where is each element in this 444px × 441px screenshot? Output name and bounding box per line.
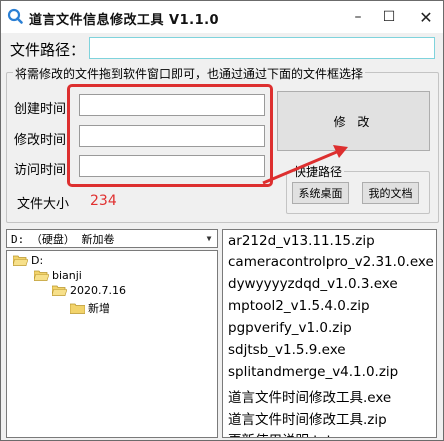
tree-item[interactable]: 新增: [70, 300, 110, 316]
my-documents-button[interactable]: 我的文档: [362, 182, 419, 204]
desktop-button[interactable]: 系统桌面: [292, 182, 349, 204]
tree-item-label: 2020.7.16: [70, 284, 126, 297]
list-item[interactable]: sdjtsb_v1.5.9.exe: [228, 342, 346, 358]
modify-button[interactable]: 修 改: [277, 91, 430, 151]
title-bar[interactable]: 道言文件信息修改工具 V1.1.0 – ☐ ✕: [1, 1, 443, 33]
created-time-input[interactable]: [79, 94, 265, 116]
tree-item[interactable]: D:: [13, 254, 43, 267]
tree-item-label: bianji: [52, 269, 82, 282]
list-item[interactable]: splitandmerge_v4.1.0.zip: [228, 364, 398, 380]
quick-path-group-title: 快捷路径: [292, 163, 345, 180]
tree-item-label: 新增: [88, 302, 110, 315]
file-size-value: 234: [90, 193, 117, 209]
open-folder-icon: [34, 270, 49, 281]
file-path-input[interactable]: [89, 37, 435, 59]
search-app-icon: [7, 8, 23, 24]
tree-item[interactable]: 2020.7.16: [52, 284, 126, 297]
created-time-label: 创建时间: [14, 102, 67, 117]
list-item[interactable]: mptool2_v1.5.4.0.zip: [228, 298, 370, 314]
app-window: 道言文件信息修改工具 V1.1.0 – ☐ ✕ 文件路径： 将需修改的文件拖到软…: [0, 0, 444, 441]
file-list[interactable]: ar212d_v13.11.15.zip cameracontrolpro_v2…: [222, 229, 437, 438]
drive-select-value: D: （硬盘） 新加卷: [11, 233, 115, 246]
list-item[interactable]: 道言文件时间修改工具.zip: [228, 408, 387, 428]
tree-item[interactable]: bianji: [34, 269, 82, 282]
maximize-button[interactable]: ☐: [374, 1, 404, 33]
close-button[interactable]: ✕: [411, 1, 441, 33]
list-item[interactable]: 道言文件时间修改工具.exe: [228, 386, 391, 406]
modified-time-input[interactable]: [79, 125, 265, 147]
modified-time-label: 修改时间: [14, 133, 67, 148]
minimize-button[interactable]: –: [343, 1, 373, 33]
list-item[interactable]: pgpverify_v1.0.zip: [228, 320, 352, 336]
list-item[interactable]: dywyyyyzdqd_v1.0.3.exe: [228, 276, 398, 292]
tree-item-label: D:: [31, 254, 44, 267]
open-folder-icon: [52, 285, 67, 296]
drive-select[interactable]: D: （硬盘） 新加卷 ▼: [6, 229, 218, 248]
window-title: 道言文件信息修改工具 V1.1.0: [29, 13, 220, 28]
list-item[interactable]: 更新使用说明.txt: [228, 429, 332, 437]
chevron-down-icon[interactable]: ▼: [202, 231, 216, 246]
folder-icon: [70, 303, 85, 314]
file-size-label: 文件大小: [17, 197, 70, 212]
list-item[interactable]: ar212d_v13.11.15.zip: [228, 233, 375, 249]
file-info-group-title: 将需修改的文件拖到软件窗口即可，也通过通过下面的文件框选择: [13, 65, 366, 82]
file-path-label: 文件路径：: [10, 41, 86, 59]
accessed-time-input[interactable]: [79, 155, 265, 177]
folder-tree[interactable]: D: bianji 2020.7.16 新增: [6, 250, 218, 438]
open-folder-icon: [13, 255, 28, 266]
list-item[interactable]: cameracontrolpro_v2.31.0.exe: [228, 254, 434, 270]
accessed-time-label: 访问时间: [14, 163, 67, 178]
